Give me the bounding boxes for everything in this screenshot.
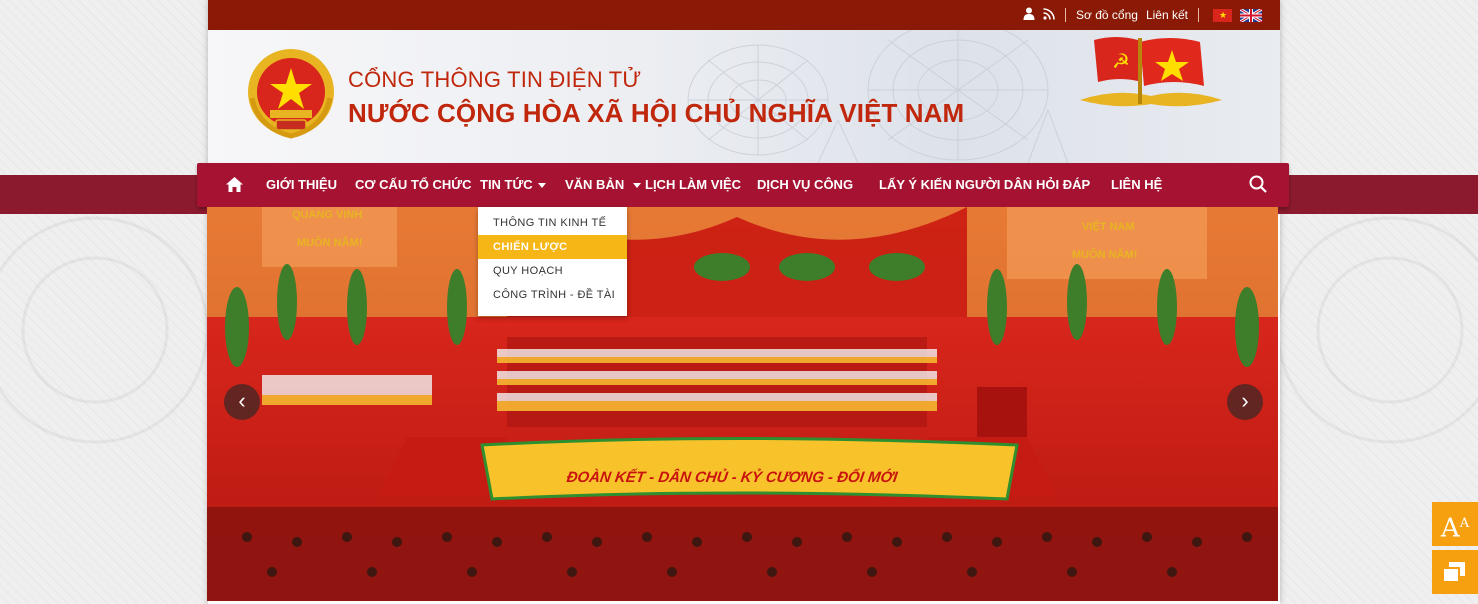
nav-item-qa[interactable]: HỎI ĐÁP xyxy=(1036,163,1090,207)
portal-title[interactable]: NƯỚC CỘNG HÒA XÃ HỘI CHỦ NGHĨA VIỆT NAM xyxy=(348,98,964,129)
nav-item-intro[interactable]: GIỚI THIỆU xyxy=(266,163,337,207)
dropdown-item-planning[interactable]: QUY HOẠCH xyxy=(478,259,627,283)
search-icon[interactable] xyxy=(1249,163,1267,207)
hero-slider[interactable]: ĐOÀN KẾT - DÂN CHỦ - KỶ CƯƠNG - ĐỔI MỚI … xyxy=(207,207,1278,601)
nav-item-news[interactable]: TIN TỨC xyxy=(480,163,546,207)
rss-icon[interactable] xyxy=(1043,7,1055,23)
left-board-line1: QUANG VINH xyxy=(292,209,363,221)
user-icon[interactable] xyxy=(1023,7,1035,23)
vietnam-flag-icon[interactable] xyxy=(1213,8,1232,22)
uk-flag-icon[interactable] xyxy=(1239,7,1263,23)
main-nav: GIỚI THIỆU CƠ CẤU TỔ CHỨC TIN TỨC VĂN BẢ… xyxy=(197,163,1289,207)
news-dropdown-menu: THÔNG TIN KINH TẾ CHIẾN LƯỢC QUY HOẠCH C… xyxy=(478,207,627,316)
contrast-icon[interactable] xyxy=(1432,550,1478,594)
right-board-line2: MUÔN NĂM! xyxy=(1072,249,1138,261)
caret-down-icon xyxy=(633,183,642,189)
caret-down-icon xyxy=(537,183,546,189)
divider xyxy=(1198,8,1199,22)
chevron-right-icon[interactable]: › xyxy=(1227,384,1263,420)
chevron-left-icon[interactable]: ‹ xyxy=(224,384,260,420)
banner-slogan: ĐOÀN KẾT - DÂN CHỦ - KỶ CƯƠNG - ĐỔI MỚI xyxy=(565,469,899,486)
dropdown-item-economic-info[interactable]: THÔNG TIN KINH TẾ xyxy=(478,211,627,235)
svg-text:☭: ☭ xyxy=(1112,49,1130,73)
radar-dish-background xyxy=(687,30,1069,163)
links-link[interactable]: Liên kết xyxy=(1146,8,1188,22)
left-board-line2: MUÔN NĂM! xyxy=(297,237,363,249)
right-board-line1: VIỆT NAM xyxy=(1082,221,1135,233)
nav-item-schedule[interactable]: LỊCH LÀM VIỆC xyxy=(645,163,741,207)
nav-item-public-services[interactable]: DỊCH VỤ CÔNG xyxy=(757,163,853,207)
nav-item-public-opinion[interactable]: LẤY Ý KIẾN NGƯỜI DÂN xyxy=(879,163,1032,207)
congress-hall-image xyxy=(207,207,1278,601)
divider xyxy=(1065,8,1067,22)
nav-item-news-label: TIN TỨC xyxy=(480,177,533,192)
dropdown-item-strategy[interactable]: CHIẾN LƯỢC xyxy=(478,235,627,259)
nav-item-documents-label: VĂN BẢN xyxy=(565,177,625,192)
sitemap-link[interactable]: Sơ đồ cổng xyxy=(1076,8,1138,22)
party-and-national-flags-icon: ☭ xyxy=(1080,37,1222,107)
font-size-icon[interactable]: AA xyxy=(1432,502,1478,546)
national-emblem-icon xyxy=(248,49,334,139)
nav-item-documents[interactable]: VĂN BẢN xyxy=(565,163,642,207)
nav-item-organization[interactable]: CƠ CẤU TỔ CHỨC xyxy=(355,163,471,207)
nav-item-contact[interactable]: LIÊN HỆ xyxy=(1111,163,1162,207)
dropdown-item-projects[interactable]: CÔNG TRÌNH - ĐỀ TÀI xyxy=(478,283,627,307)
home-icon[interactable] xyxy=(226,163,243,207)
site-header: CỔNG THÔNG TIN ĐIỆN TỬ NƯỚC CỘNG HÒA XÃ … xyxy=(208,30,1280,163)
portal-subtitle: CỔNG THÔNG TIN ĐIỆN TỬ xyxy=(348,67,642,92)
top-bar: Sơ đồ cổng Liên kết xyxy=(208,0,1280,30)
